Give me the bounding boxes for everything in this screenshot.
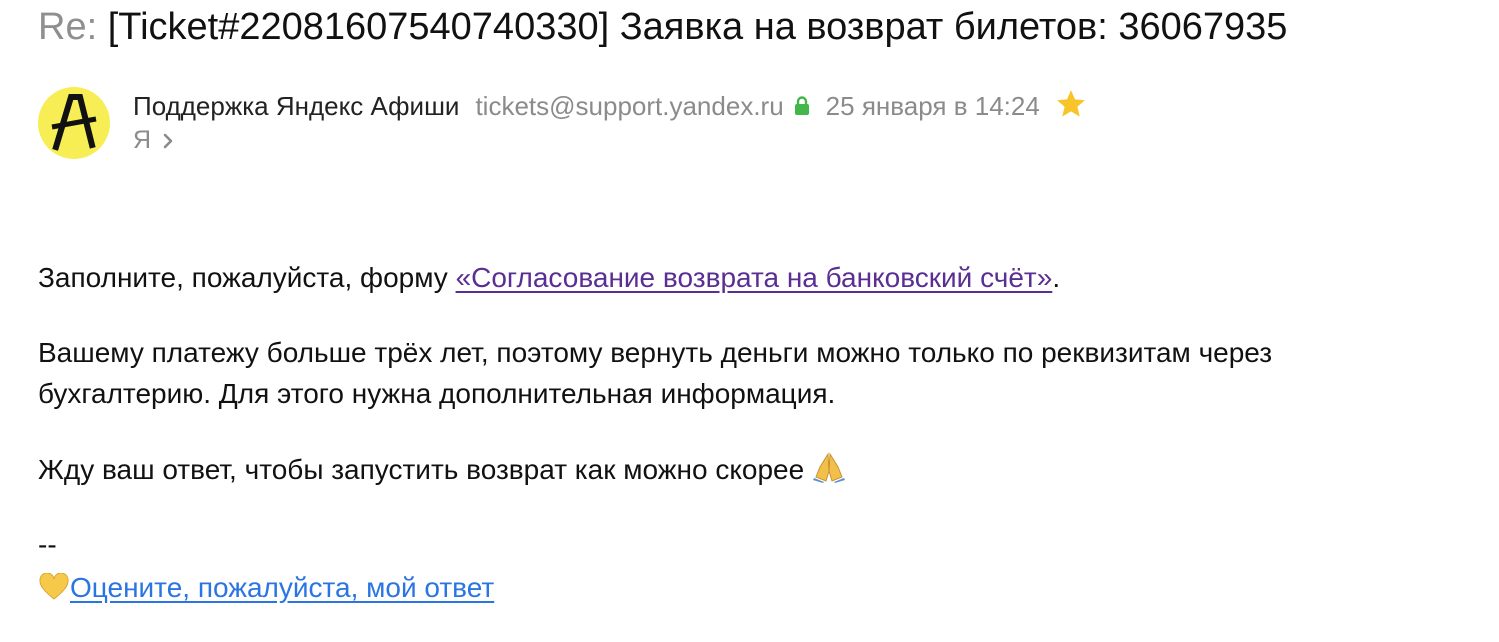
yellow-heart-icon [38, 571, 70, 612]
p1-end: . [1052, 262, 1061, 293]
signature-separator: -- [38, 529, 57, 560]
rate-answer-link[interactable]: Оцените, пожалуйста, мой ответ [70, 572, 494, 603]
folded-hands-icon [812, 451, 846, 494]
p2-line-1: Вашему платежу больше трёх лет, поэтому … [38, 337, 1273, 368]
rate-answer-line: Оцените, пожалуйста, мой ответ [38, 567, 494, 612]
sender-line: Поддержка Яндекс Афиши tickets@support.y… [133, 84, 1088, 128]
p1-text: Заполните, пожалуйста, форму [38, 262, 456, 293]
star-icon[interactable] [1054, 88, 1088, 128]
recipient-name: Я [133, 126, 152, 154]
p2-line-2: бухгалтерию. Для этого нужна дополнитель… [38, 378, 836, 409]
email-subject: Re: [Ticket#22081607540740330] Заявка на… [38, 4, 1287, 50]
chevron-right-icon [163, 125, 173, 157]
p3-text: Жду ваш ответ, чтобы запустить возврат к… [38, 454, 805, 485]
email-date: 25 января в 14:24 [825, 91, 1040, 121]
subject-text: [Ticket#22081607540740330] Заявка на воз… [107, 6, 1288, 48]
sender-avatar[interactable] [38, 87, 110, 159]
lock-icon [794, 90, 810, 124]
body-paragraph-1: Заполните, пожалуйста, форму «Согласован… [38, 257, 1060, 298]
refund-form-link[interactable]: «Согласование возврата на банковский счё… [456, 262, 1053, 293]
body-paragraph-2: Вашему платежу больше трёх лет, поэтому … [38, 332, 1272, 414]
afisha-logo-icon [51, 94, 97, 151]
sender-name[interactable]: Поддержка Яндекс Афиши [133, 89, 459, 123]
sender-email[interactable]: tickets@support.yandex.ru [475, 89, 783, 123]
subject-prefix: Re: [38, 6, 98, 48]
recipient-toggle[interactable]: Я [133, 123, 173, 157]
body-paragraph-3: Жду ваш ответ, чтобы запустить возврат к… [38, 449, 846, 494]
